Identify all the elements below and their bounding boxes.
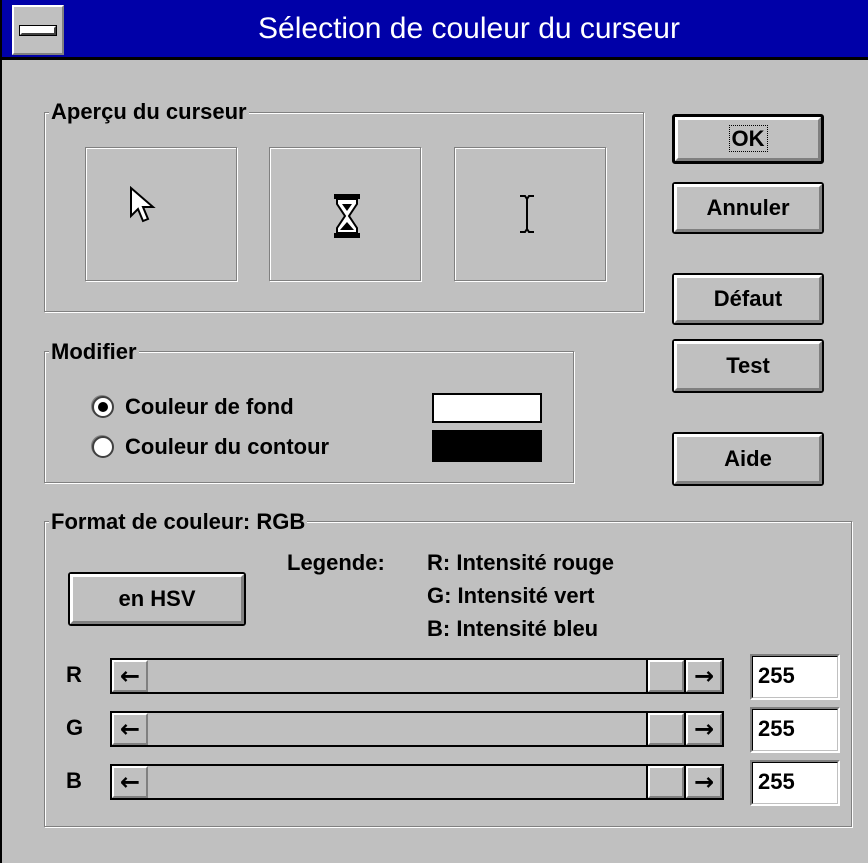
legend-red: R: Intensité rouge — [427, 550, 615, 575]
scroll-right-arrow-icon[interactable]: → — [684, 658, 724, 694]
default-button-label: Défaut — [713, 286, 783, 311]
arrow-preview — [85, 147, 237, 281]
scrollbar-r[interactable]: ← → — [110, 658, 724, 694]
channel-label-g: G — [66, 715, 84, 740]
value-text: 255 — [758, 716, 795, 741]
scroll-left-arrow-icon[interactable]: ← — [110, 658, 150, 694]
scrollbar-thumb[interactable] — [646, 764, 686, 800]
scrollbar-thumb[interactable] — [646, 658, 686, 694]
cancel-button-label: Annuler — [706, 195, 790, 220]
value-field-b[interactable]: 255 — [750, 760, 840, 806]
help-button[interactable]: Aide — [672, 432, 824, 486]
channel-label-r: R — [66, 662, 82, 687]
legend-blue: B: Intensité bleu — [427, 616, 599, 641]
scroll-right-arrow-icon[interactable]: → — [684, 711, 724, 747]
value-text: 255 — [758, 663, 795, 688]
hourglass-cursor-icon — [334, 194, 360, 238]
value-field-r[interactable]: 255 — [750, 654, 840, 700]
scrollbar-g[interactable]: ← → — [110, 711, 724, 747]
radio-button-selected[interactable] — [92, 396, 114, 418]
cursor-preview-label: Aperçu du curseur — [49, 99, 249, 124]
ok-button-label: OK — [728, 125, 768, 152]
scrollbar-track[interactable] — [148, 764, 686, 800]
cursor-color-dialog: Sélection de couleur du curseur Aperçu d… — [0, 0, 868, 863]
scroll-right-arrow-icon[interactable]: → — [684, 764, 724, 800]
value-text: 255 — [758, 769, 795, 794]
outline-color-swatch[interactable] — [432, 430, 542, 462]
help-button-label: Aide — [724, 446, 772, 471]
scroll-left-arrow-icon[interactable]: ← — [110, 764, 150, 800]
to-hsv-button[interactable]: en HSV — [68, 572, 246, 626]
legend-title: Legende: — [287, 550, 385, 575]
scrollbar-track[interactable] — [148, 658, 686, 694]
channel-label-b: B — [66, 768, 82, 793]
ibeam-preview — [454, 147, 606, 281]
ibeam-cursor-icon — [520, 195, 534, 233]
system-menu-button[interactable] — [12, 5, 64, 55]
test-button[interactable]: Test — [672, 339, 824, 393]
background-color-label: Couleur de fond — [125, 394, 294, 419]
modify-label: Modifier — [49, 339, 139, 364]
radio-button-unselected[interactable] — [92, 436, 114, 458]
legend-green: G: Intensité vert — [427, 583, 595, 608]
scrollbar-thumb[interactable] — [646, 711, 686, 747]
color-format-label: Format de couleur: RGB — [49, 509, 308, 534]
background-color-swatch[interactable] — [432, 393, 542, 423]
scrollbar-track[interactable] — [148, 711, 686, 747]
title-bar: Sélection de couleur du curseur — [2, 0, 868, 60]
test-button-label: Test — [726, 353, 770, 378]
to-hsv-button-label: en HSV — [118, 586, 196, 611]
outline-color-label: Couleur du contour — [125, 434, 330, 459]
system-menu-icon — [20, 26, 56, 35]
hourglass-preview — [269, 147, 421, 281]
scrollbar-b[interactable]: ← → — [110, 764, 724, 800]
value-field-g[interactable]: 255 — [750, 707, 840, 753]
default-button[interactable]: Défaut — [672, 273, 824, 325]
arrow-cursor-icon — [130, 186, 156, 223]
scroll-left-arrow-icon[interactable]: ← — [110, 711, 150, 747]
radio-background-color[interactable]: Couleur de fond — [92, 394, 412, 420]
cancel-button[interactable]: Annuler — [672, 182, 824, 234]
window-title: Sélection de couleur du curseur — [258, 12, 680, 45]
ok-button[interactable]: OK — [672, 114, 824, 164]
radio-outline-color[interactable]: Couleur du contour — [92, 434, 412, 460]
